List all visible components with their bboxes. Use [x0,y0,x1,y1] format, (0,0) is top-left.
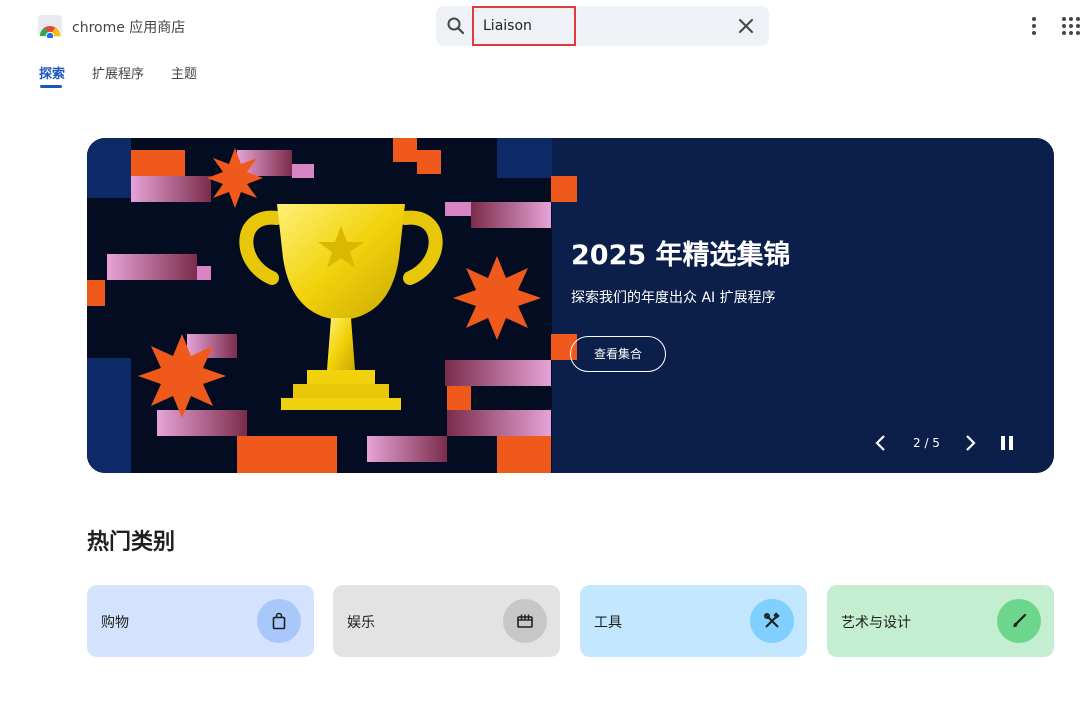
tab-themes[interactable]: 主题 [171,63,197,82]
tools-icon [763,612,780,628]
category-card-entertainment[interactable]: 娱乐 [333,585,560,657]
film-icon [517,614,533,628]
category-label: 工具 [594,615,622,631]
search-input[interactable]: Liaison [472,6,576,46]
pause-icon[interactable] [999,435,1015,451]
shopping-bag-icon [272,612,286,630]
active-tab-indicator [40,85,62,88]
brand-title[interactable]: chrome 应用商店 [72,17,185,37]
chevron-left-icon[interactable] [874,434,888,452]
nav-tabs: 探索 扩展程序 主题 [0,58,400,92]
tab-extensions[interactable]: 扩展程序 [92,63,144,82]
search-box[interactable]: Liaison [436,6,769,46]
category-label: 艺术与设计 [841,615,911,631]
category-icon-circle [257,599,301,643]
section-title-popular-categories: 热门类别 [87,530,176,555]
banner-subtitle: 探索我们的年度出众 AI 扩展程序 [571,290,776,306]
category-icon-circle [997,599,1041,643]
view-collection-button[interactable]: 查看集合 [570,336,666,372]
chrome-web-store-logo-icon[interactable] [37,14,63,38]
category-icon-circle [750,599,794,643]
close-icon[interactable] [738,18,754,34]
next-section-heading-cutoff [87,708,327,718]
more-options-icon[interactable] [1025,15,1043,37]
category-label: 娱乐 [347,615,375,631]
category-card-tools[interactable]: 工具 [580,585,807,657]
category-card-shopping[interactable]: 购物 [87,585,314,657]
top-bar: chrome 应用商店 Liaison [0,0,1080,52]
banner-title: 2025 年精选集锦 [571,240,791,271]
search-icon[interactable] [446,16,466,36]
category-label: 购物 [101,615,129,631]
category-card-art-design[interactable]: 艺术与设计 [827,585,1054,657]
tab-explore[interactable]: 探索 [39,63,65,82]
featured-banner[interactable]: 2025 年精选集锦 探索我们的年度出众 AI 扩展程序 查看集合 2 / 5 [87,138,1054,473]
brush-icon [1013,613,1027,628]
carousel-counter: 2 / 5 [913,436,940,450]
category-icon-circle [503,599,547,643]
apps-grid-icon[interactable] [1061,16,1080,36]
chevron-right-icon[interactable] [963,434,977,452]
